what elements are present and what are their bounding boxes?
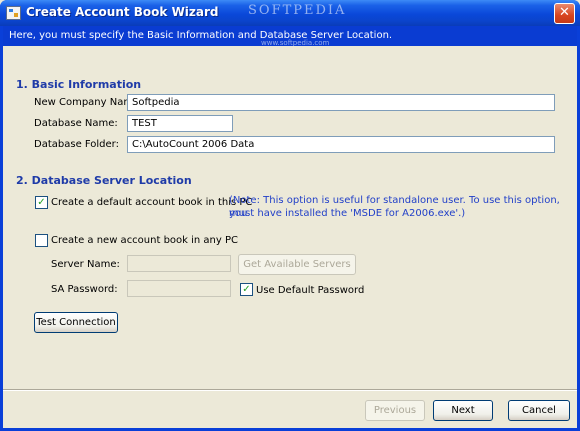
database-folder-label: Database Folder: bbox=[34, 139, 119, 150]
database-folder-field[interactable]: C:\AutoCount 2006 Data bbox=[127, 136, 555, 153]
sa-password-label: SA Password: bbox=[51, 284, 118, 295]
instruction-text: Here, you must specify the Basic Informa… bbox=[9, 30, 393, 41]
app-icon bbox=[6, 6, 21, 20]
window-title: Create Account Book Wizard bbox=[26, 5, 219, 19]
use-default-password-label[interactable]: Use Default Password bbox=[256, 285, 364, 296]
server-name-label: Server Name: bbox=[51, 259, 120, 270]
test-connection-button[interactable]: Test Connection bbox=[34, 312, 118, 333]
use-default-password-checkbox[interactable]: ✓ bbox=[240, 283, 253, 296]
basic-info-heading: 1. Basic Information bbox=[16, 78, 142, 91]
note-line-2: must have installed the 'MSDE for A2006.… bbox=[229, 208, 466, 219]
previous-button[interactable]: Previous bbox=[365, 400, 425, 421]
cancel-button[interactable]: Cancel bbox=[508, 400, 570, 421]
server-location-heading: 2. Database Server Location bbox=[16, 174, 192, 187]
company-name-field[interactable]: Softpedia bbox=[127, 94, 555, 111]
close-button[interactable]: ✕ bbox=[554, 3, 575, 24]
wizard-window: Create Account Book Wizard SOFTPEDIA ✕ H… bbox=[0, 0, 580, 431]
server-name-field[interactable] bbox=[127, 255, 231, 272]
instruction-banner: Here, you must specify the Basic Informa… bbox=[3, 26, 577, 47]
new-book-checkbox[interactable] bbox=[35, 234, 48, 247]
get-available-servers-button[interactable]: Get Available Servers bbox=[238, 254, 356, 275]
wizard-body: 1. Basic Information New Company Name: S… bbox=[3, 46, 577, 428]
database-name-field[interactable]: TEST bbox=[127, 115, 233, 132]
default-book-checkbox[interactable]: ✓ bbox=[35, 196, 48, 209]
default-book-label[interactable]: Create a default account book in this PC bbox=[51, 197, 252, 208]
next-button[interactable]: Next bbox=[433, 400, 493, 421]
database-name-label: Database Name: bbox=[34, 118, 118, 129]
footer-divider bbox=[3, 389, 577, 391]
title-bar[interactable]: Create Account Book Wizard SOFTPEDIA ✕ bbox=[0, 0, 580, 26]
sa-password-field[interactable] bbox=[127, 280, 231, 297]
new-book-label[interactable]: Create a new account book in any PC bbox=[51, 235, 238, 246]
watermark-text: SOFTPEDIA bbox=[248, 3, 347, 18]
